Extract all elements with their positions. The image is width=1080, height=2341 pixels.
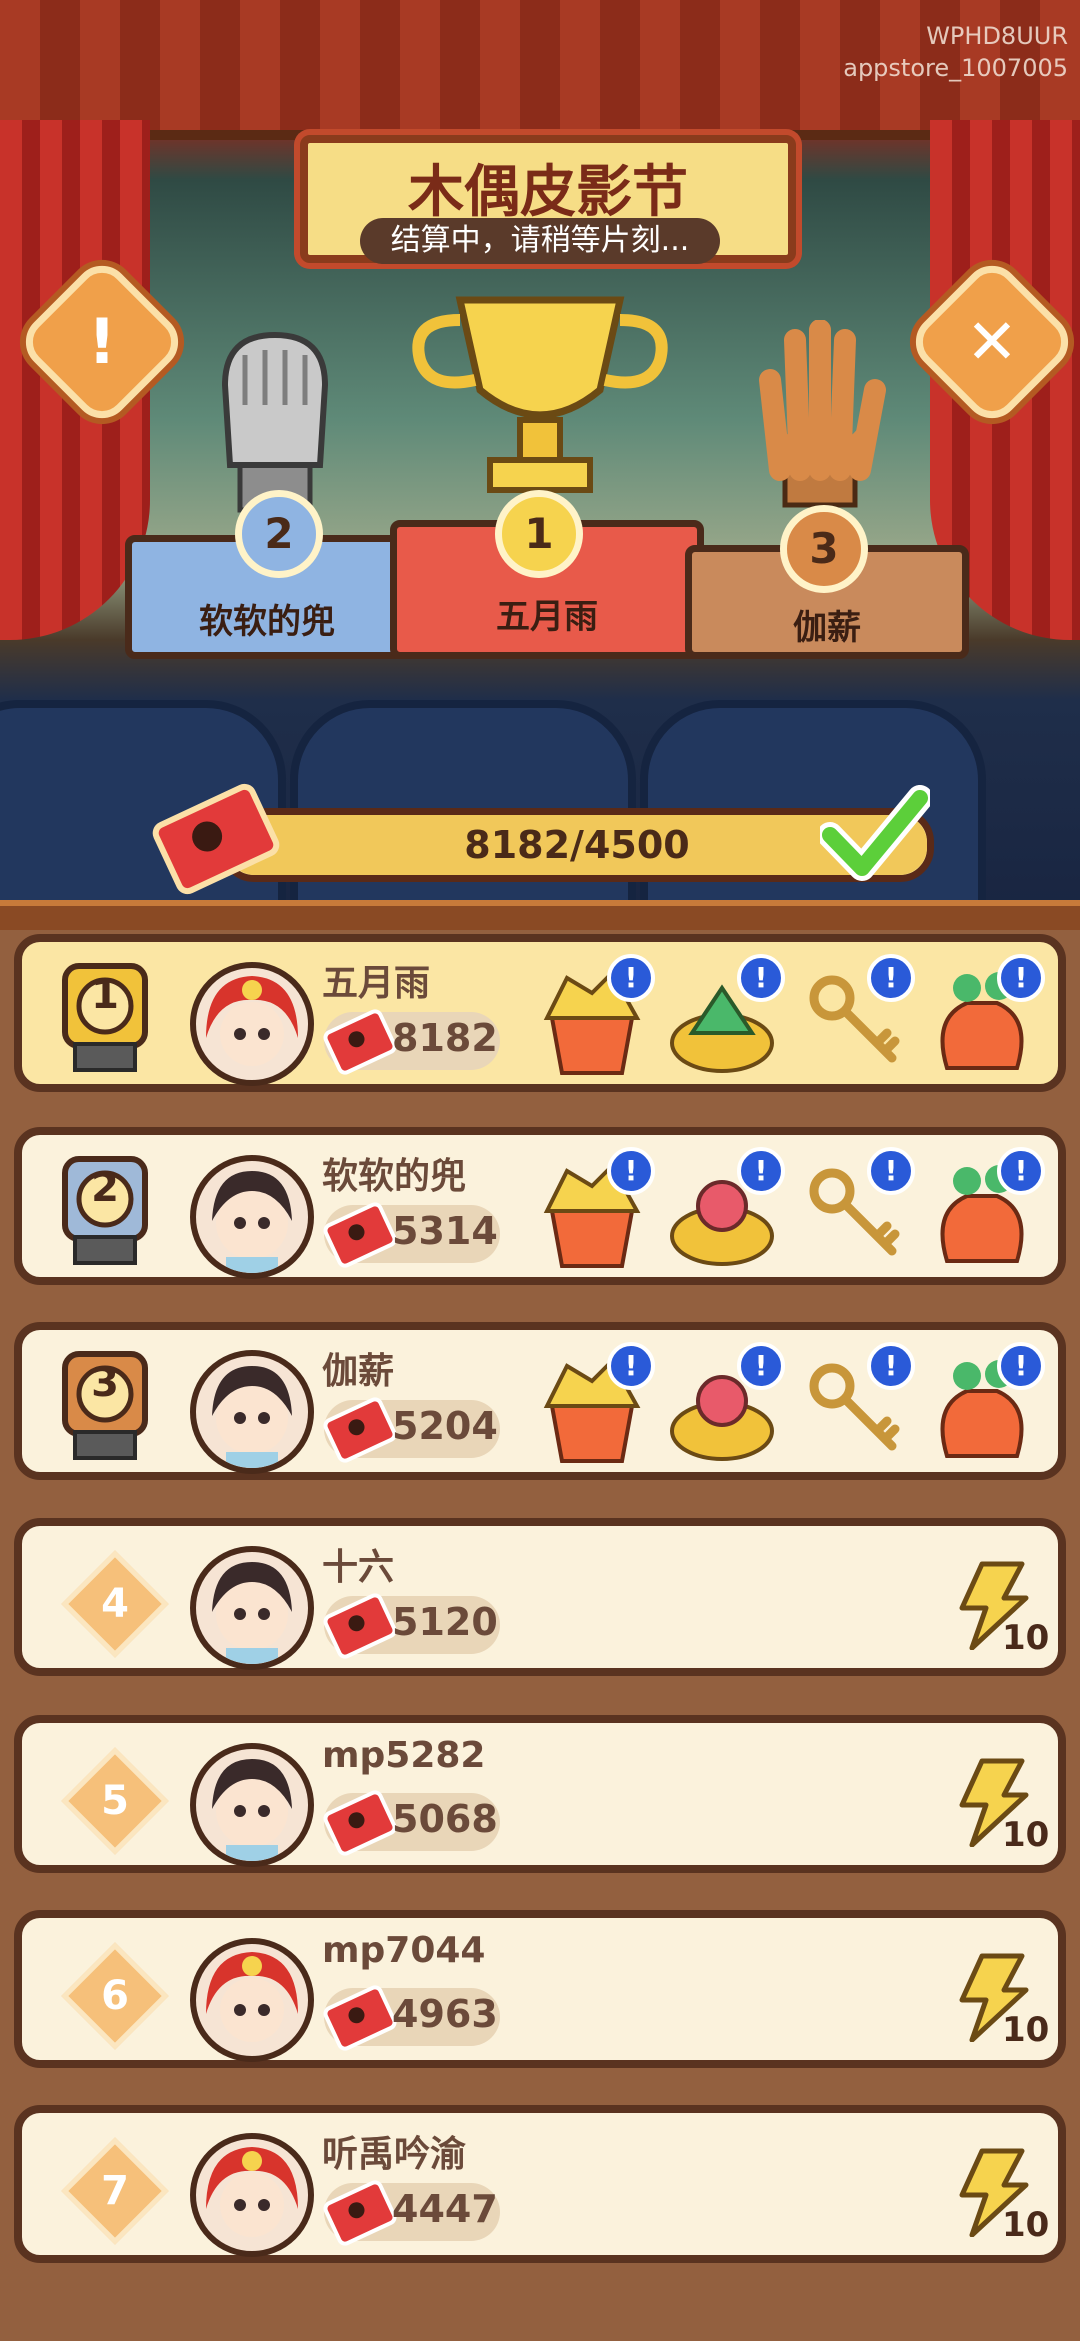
bolt-count: 10: [1002, 2010, 1050, 2050]
gold-cup-trophy-icon: [412, 296, 668, 493]
bolt-count: 10: [1002, 1815, 1050, 1855]
ranking-list[interactable]: 1 五月雨 8182!!!! 2 软软的兜 5314!!!! 3 伽薪 5204!!!! 4 十六 5…: [0, 930, 1080, 2341]
podium-first-name: 五月雨: [496, 597, 598, 637]
player-avatar[interactable]: [190, 1743, 314, 1867]
info-badge-icon[interactable]: !: [737, 1147, 785, 1195]
opera-girl-avatar: [206, 976, 298, 1066]
girl-avatar: [212, 1366, 292, 1468]
reward-item[interactable]: !: [537, 1147, 655, 1271]
info-badge-icon[interactable]: !: [607, 1147, 655, 1195]
rank-number: 5: [101, 1778, 129, 1824]
rank-number: 2: [91, 1165, 119, 1211]
podium-first-rank: 1: [495, 490, 583, 578]
ranking-row[interactable]: 3 伽薪 5204!!!!: [14, 1322, 1066, 1480]
exclamation-icon: !: [87, 305, 117, 378]
player-name: 软软的兜: [322, 1156, 467, 1197]
reward-item[interactable]: !: [667, 954, 785, 1078]
reward-item[interactable]: !: [667, 1342, 785, 1466]
rank-number: 7: [101, 2168, 129, 2214]
info-badge-icon[interactable]: !: [607, 954, 655, 1002]
player-name: 听禹吟渝: [322, 2134, 467, 2175]
podium-second-name: 软软的兜: [199, 602, 335, 642]
stage-background: WPHD8UUR appstore_1007005 木偶皮影节 结算中，请稍等片…: [0, 0, 1080, 940]
reward-item[interactable]: !: [927, 954, 1045, 1078]
player-name: mp5282: [322, 1735, 486, 1776]
player-score: 5204: [392, 1404, 498, 1448]
ranking-row[interactable]: 7 听禹吟渝 4447 10: [14, 2105, 1066, 2263]
girl-avatar: [212, 1171, 292, 1273]
watermark-line2: appstore_1007005: [843, 54, 1068, 82]
podium-third-name: 伽薪: [793, 608, 861, 648]
podium-second-rank: 2: [235, 490, 323, 578]
info-badge-icon[interactable]: !: [607, 1342, 655, 1390]
player-avatar[interactable]: [190, 1938, 314, 2062]
ranking-row[interactable]: 4 十六 5120 10: [14, 1518, 1066, 1676]
watermark: WPHD8UUR appstore_1007005: [843, 20, 1068, 84]
opera-girl-avatar: [206, 2147, 298, 2237]
reward-item[interactable]: !: [927, 1342, 1045, 1466]
info-badge-icon[interactable]: !: [867, 1342, 915, 1390]
watermark-line1: WPHD8UUR: [926, 22, 1068, 50]
player-name: 十六: [322, 1547, 395, 1588]
info-badge-icon[interactable]: !: [997, 1147, 1045, 1195]
reward-item[interactable]: !: [667, 1147, 785, 1271]
rank-number: 4: [101, 1581, 129, 1627]
rank-number: 1: [91, 972, 119, 1018]
bolt-count: 10: [1002, 1618, 1050, 1658]
ranking-row[interactable]: 6 mp7044 4963 10: [14, 1910, 1066, 2068]
info-badge-icon[interactable]: !: [867, 954, 915, 1002]
podium-third-rank: 3: [780, 505, 868, 593]
bolt-count: 10: [1002, 2205, 1050, 2245]
player-avatar[interactable]: [190, 962, 314, 1086]
player-score: 5068: [392, 1797, 498, 1841]
close-icon: ✕: [966, 305, 1018, 378]
info-badge-icon[interactable]: !: [997, 954, 1045, 1002]
ranking-row[interactable]: 1 五月雨 8182!!!!: [14, 934, 1066, 1092]
player-score: 5314: [392, 1209, 498, 1253]
player-name: 五月雨: [322, 963, 431, 1004]
bronze-hand-trophy-icon: [759, 320, 886, 508]
rank-number: 6: [101, 1973, 129, 2019]
player-avatar[interactable]: [190, 1155, 314, 1279]
player-score: 4963: [392, 1992, 498, 2036]
reward-item[interactable]: !: [537, 1342, 655, 1466]
girl-avatar: [212, 1759, 292, 1861]
opera-girl-avatar: [206, 1952, 298, 2042]
info-badge-icon[interactable]: !: [737, 954, 785, 1002]
rank-number: 3: [91, 1360, 119, 1406]
player-score: 4447: [392, 2187, 498, 2231]
settling-subtitle: 结算中，请稍等片刻...: [360, 218, 720, 264]
reward-item[interactable]: !: [797, 1147, 915, 1271]
info-badge-icon[interactable]: !: [997, 1342, 1045, 1390]
ranking-row[interactable]: 5 mp5282 5068 10: [14, 1715, 1066, 1873]
silver-fist-trophy-icon: [221, 331, 329, 513]
info-badge-icon[interactable]: !: [867, 1147, 915, 1195]
player-avatar[interactable]: [190, 2133, 314, 2257]
reward-item[interactable]: !: [927, 1147, 1045, 1271]
info-badge-icon[interactable]: !: [737, 1342, 785, 1390]
player-avatar[interactable]: [190, 1546, 314, 1670]
reward-item[interactable]: !: [537, 954, 655, 1078]
ranking-row[interactable]: 2 软软的兜 5314!!!!: [14, 1127, 1066, 1285]
player-score: 8182: [392, 1016, 498, 1060]
reward-item[interactable]: !: [797, 954, 915, 1078]
player-score: 5120: [392, 1600, 498, 1644]
player-name: 伽薪: [322, 1351, 395, 1392]
checkmark-icon: [820, 785, 930, 881]
player-avatar[interactable]: [190, 1350, 314, 1474]
player-name: mp7044: [322, 1930, 486, 1971]
reward-item[interactable]: !: [797, 1342, 915, 1466]
girl-avatar: [212, 1562, 292, 1664]
